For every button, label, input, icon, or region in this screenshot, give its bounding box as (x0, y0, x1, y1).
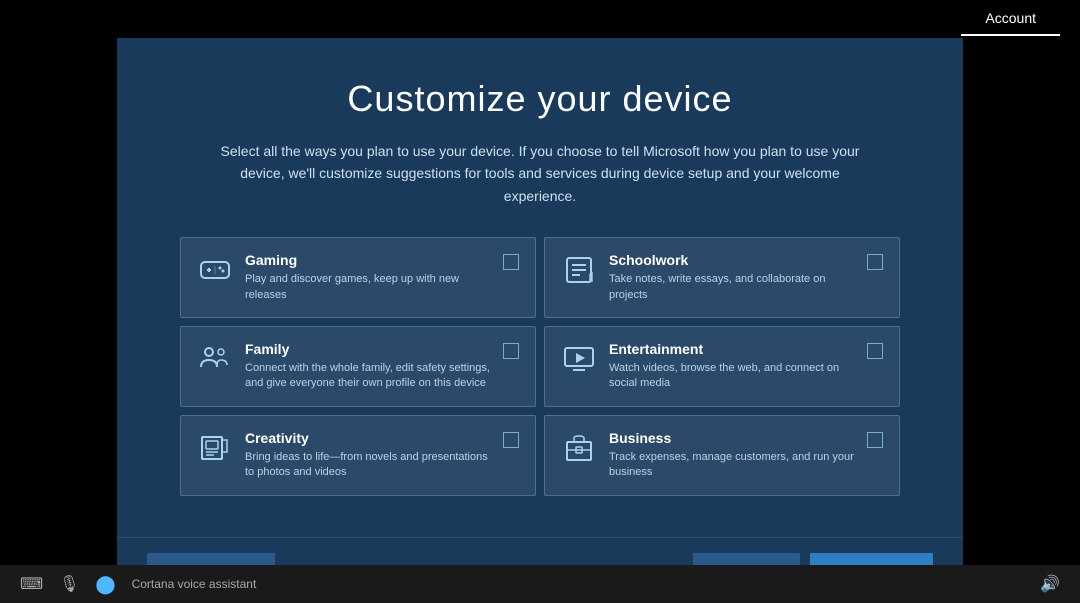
card-business-title: Business (609, 430, 855, 446)
card-gaming-desc: Play and discover games, keep up with ne… (245, 272, 491, 303)
left-sidebar (0, 38, 117, 565)
right-sidebar (963, 38, 1080, 565)
page-subtitle: Select all the ways you plan to use your… (210, 140, 870, 207)
card-gaming-checkbox[interactable] (503, 254, 519, 270)
card-business[interactable]: Business Track expenses, manage customer… (544, 415, 900, 496)
gaming-icon (197, 252, 233, 288)
card-schoolwork-title: Schoolwork (609, 252, 855, 268)
card-gaming[interactable]: Gaming Play and discover games, keep up … (180, 237, 536, 318)
main-window: Customize your device Select all the way… (117, 38, 963, 565)
cortana-circle-icon[interactable]: ⬤ (95, 574, 115, 595)
tab-account[interactable]: Account (961, 2, 1060, 36)
cards-grid: Gaming Play and discover games, keep up … (180, 237, 900, 495)
schoolwork-icon (561, 252, 597, 288)
card-creativity-content: Creativity Bring ideas to life—from nove… (245, 430, 491, 481)
card-schoolwork[interactable]: Schoolwork Take notes, write essays, and… (544, 237, 900, 318)
family-icon (197, 341, 233, 377)
card-schoolwork-desc: Take notes, write essays, and collaborat… (609, 272, 855, 303)
creativity-icon (197, 430, 233, 466)
card-schoolwork-content: Schoolwork Take notes, write essays, and… (609, 252, 855, 303)
card-family-content: Family Connect with the whole family, ed… (245, 341, 491, 392)
card-creativity-checkbox[interactable] (503, 432, 519, 448)
microphone-icon[interactable]: 🎙 (59, 574, 79, 594)
keyboard-icon[interactable]: ⌨ (20, 574, 43, 594)
business-icon (561, 430, 597, 466)
card-family[interactable]: Family Connect with the whole family, ed… (180, 326, 536, 407)
card-creativity-desc: Bring ideas to life—from novels and pres… (245, 450, 491, 481)
cortana-left: ⌨ 🎙 ⬤ Cortana voice assistant (20, 574, 256, 595)
card-gaming-content: Gaming Play and discover games, keep up … (245, 252, 491, 303)
card-schoolwork-checkbox[interactable] (867, 254, 883, 270)
cortana-label: Cortana voice assistant (132, 577, 257, 591)
card-business-checkbox[interactable] (867, 432, 883, 448)
card-business-content: Business Track expenses, manage customer… (609, 430, 855, 481)
card-family-title: Family (245, 341, 491, 357)
card-family-checkbox[interactable] (503, 343, 519, 359)
top-nav: Account (961, 2, 1060, 36)
volume-icon[interactable]: 🔊 (1040, 574, 1060, 594)
page-title: Customize your device (347, 78, 732, 120)
card-creativity[interactable]: Creativity Bring ideas to life—from nove… (180, 415, 536, 496)
card-entertainment-title: Entertainment (609, 341, 855, 357)
top-bar: Account (0, 0, 1080, 38)
card-family-desc: Connect with the whole family, edit safe… (245, 361, 491, 392)
card-entertainment[interactable]: Entertainment Watch videos, browse the w… (544, 326, 900, 407)
card-creativity-title: Creativity (245, 430, 491, 446)
card-entertainment-desc: Watch videos, browse the web, and connec… (609, 361, 855, 392)
card-entertainment-checkbox[interactable] (867, 343, 883, 359)
card-entertainment-content: Entertainment Watch videos, browse the w… (609, 341, 855, 392)
card-business-desc: Track expenses, manage customers, and ru… (609, 450, 855, 481)
card-gaming-title: Gaming (245, 252, 491, 268)
cortana-bar: ⌨ 🎙 ⬤ Cortana voice assistant 🔊 (0, 565, 1080, 603)
entertainment-icon (561, 341, 597, 377)
